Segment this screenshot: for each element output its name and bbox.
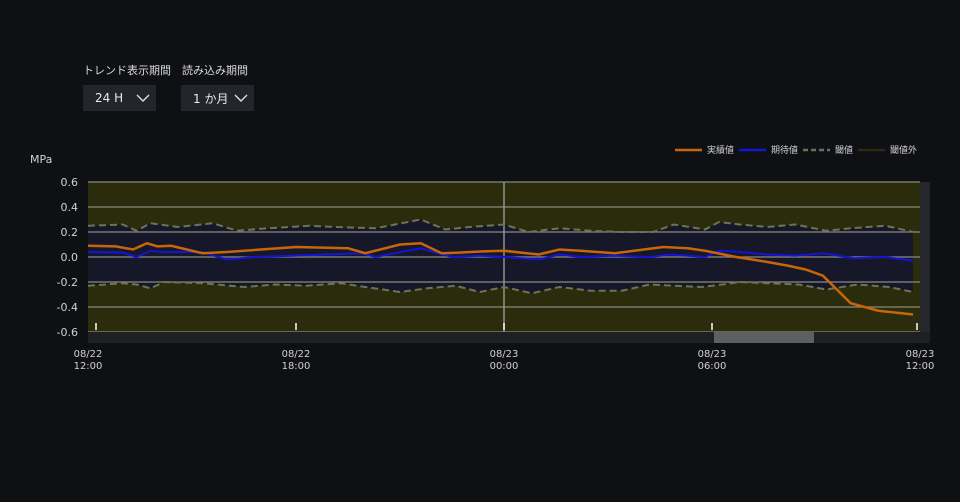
plot-area [87,181,920,333]
vertical-scrollbar[interactable] [920,182,930,332]
y-tick-label: 0.4 [61,201,79,214]
y-axis-label: MPa [30,153,52,166]
x-tick-time: 00:00 [490,361,519,372]
y-tick-label: -0.6 [57,326,78,339]
y-axis: 0.6 0.4 0.2 0.0 -0.2 -0.4 -0.6 [57,176,78,339]
scrollbar-thumb[interactable] [714,332,814,343]
y-tick-label: 0.6 [61,176,79,189]
trend-chart: 実績値 期待値 閾値 閾値外 MPa 0.6 0.4 0.2 0.0 -0.2 -0.4 -0.6… [30,144,935,372]
legend-label: 閾値 [835,144,853,156]
x-tick-time: 06:00 [698,361,727,372]
y-tick-label: -0.4 [57,301,78,314]
y-tick-label: 0.0 [61,251,79,264]
legend-label: 実績値 [707,144,734,156]
y-tick-label: -0.2 [57,276,78,289]
x-tick-date: 08/23 [906,349,935,360]
legend-label: 期待値 [771,144,798,156]
x-tick-date: 08/22 [74,349,103,360]
x-tick-time: 18:00 [282,361,311,372]
x-tick-date: 08/22 [282,349,311,360]
x-tick-time: 12:00 [74,361,103,372]
y-tick-label: 0.2 [61,226,79,239]
legend-label: 閾値外 [890,144,917,156]
x-tick-time: 12:00 [906,361,935,372]
chart-legend: 実績値 期待値 閾値 閾値外 [675,144,917,156]
x-tick-date: 08/23 [698,349,727,360]
x-tick-date: 08/23 [490,349,519,360]
